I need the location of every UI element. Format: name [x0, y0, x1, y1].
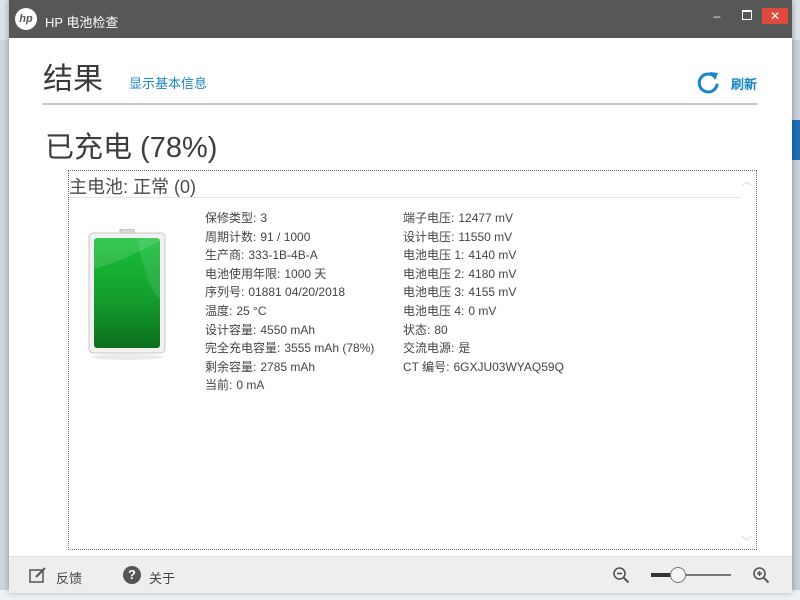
- detail-row-ct-number: CT 编号: 6GXJU03WYAQ59Q: [403, 359, 564, 374]
- battery-details-left: 保修类型: 3 周期计数: 91 / 1000 生产商: 333-1B-4B-A 电池…: [205, 209, 374, 395]
- battery-panel-title: 主电池: 正常 (0): [69, 177, 197, 197]
- detail-row-remaining-capacity: 剩余容量: 2785 mAh: [205, 359, 316, 374]
- hp-logo-icon: hp: [15, 8, 37, 30]
- refresh-icon[interactable]: [695, 70, 721, 96]
- close-button[interactable]: ✕: [762, 8, 788, 24]
- charge-status: 已充电 (78%): [45, 132, 218, 164]
- about-button[interactable]: 关于: [149, 568, 175, 587]
- scroll-down-icon[interactable]: ﹀: [741, 533, 752, 549]
- primary-battery-panel: 主电池: 正常 (0) ︿ ﹀ 保修类型: 3 周期计数: 91 / 1000 生产…: [68, 170, 757, 550]
- show-basic-info-link[interactable]: 显示基本信息: [129, 73, 207, 92]
- battery-icon: [88, 229, 166, 360]
- detail-row-cell-voltage-3: 电池电压 3: 4155 mV: [403, 285, 517, 300]
- detail-row-manufacturer: 生产商: 333-1B-4B-A: [205, 248, 318, 263]
- hp-battery-check-window: hp HP 电池检查 – ✕ 结果 显示基本信息 刷新 已充电 (78%) 主电…: [9, 0, 792, 593]
- detail-row-cell-voltage-2: 电池电压 2: 4180 mV: [403, 266, 517, 281]
- detail-row-temperature: 温度: 25 °C: [205, 303, 267, 318]
- zoom-out-icon[interactable]: [612, 566, 630, 584]
- detail-row-cell-voltage-1: 电池电压 1: 4140 mV: [403, 248, 517, 263]
- footer-bar: 反馈 ? 关于: [9, 556, 792, 593]
- detail-row-design-voltage: 设计电压: 11550 mV: [403, 229, 513, 244]
- refresh-button[interactable]: 刷新: [731, 74, 757, 93]
- page-title: 结果: [43, 63, 103, 96]
- zoom-slider-thumb[interactable]: [670, 567, 687, 583]
- help-icon[interactable]: ?: [123, 566, 141, 584]
- detail-row-terminal-voltage: 端子电压: 12477 mV: [403, 211, 514, 225]
- feedback-button[interactable]: 反馈: [56, 568, 82, 587]
- scroll-up-icon[interactable]: ︿: [741, 173, 752, 189]
- detail-row-battery-age: 电池使用年限: 1000 天: [205, 266, 327, 281]
- battery-panel-divider: [69, 197, 741, 198]
- detail-row-full-charge-capacity: 完全充电容量: 3555 mAh (78%): [205, 341, 375, 356]
- detail-row-status: 状态: 80: [403, 322, 448, 337]
- detail-row-ac-power: 交流电源: 是: [403, 341, 471, 356]
- feedback-icon[interactable]: [29, 567, 47, 583]
- title-bar[interactable]: hp HP 电池检查 – ✕: [9, 0, 792, 38]
- minimize-button[interactable]: –: [704, 8, 730, 24]
- window-title: HP 电池检查: [45, 15, 119, 30]
- detail-row-design-capacity: 设计容量: 4550 mAh: [205, 322, 316, 337]
- header-divider: [42, 103, 757, 105]
- battery-details-right: 端子电压: 12477 mV 设计电压: 11550 mV 电池电压 1: 4140 …: [403, 209, 564, 376]
- background-window-accent: [792, 120, 800, 160]
- detail-row-current: 当前: 0 mA: [205, 378, 265, 393]
- detail-row-warranty: 保修类型: 3: [205, 211, 268, 225]
- detail-row-cell-voltage-4: 电池电压 4: 0 mV: [403, 303, 497, 318]
- detail-row-cycle-count: 周期计数: 91 / 1000: [205, 229, 311, 244]
- maximize-button[interactable]: [734, 8, 760, 24]
- maximize-icon: [742, 10, 752, 20]
- detail-row-serial: 序列号: 01881 04/20/2018: [205, 285, 346, 300]
- zoom-in-icon[interactable]: [752, 566, 770, 584]
